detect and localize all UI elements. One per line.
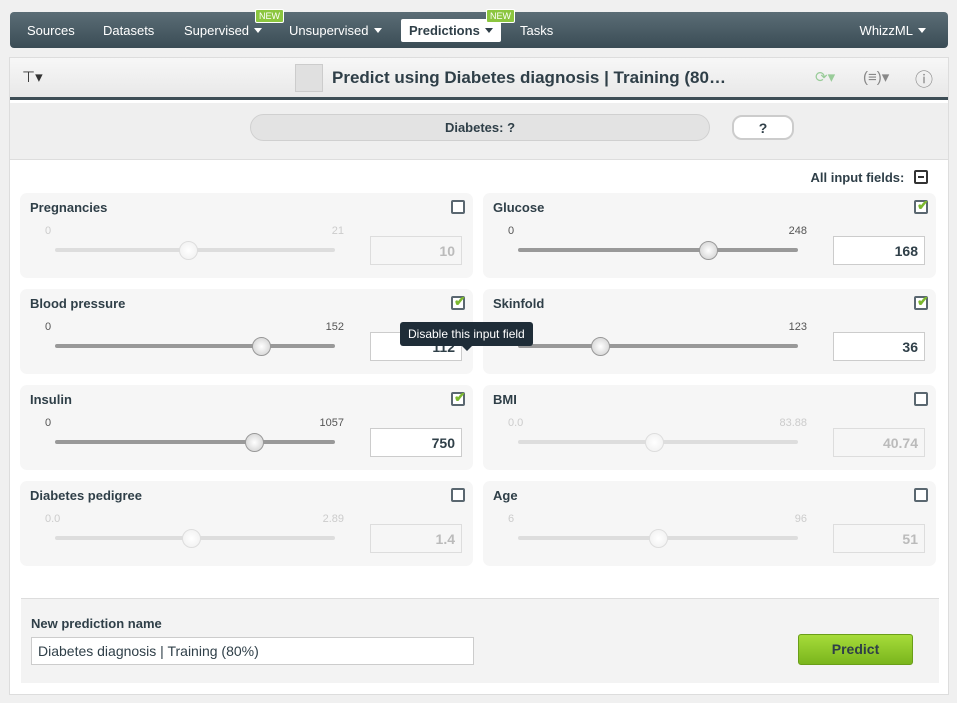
prediction-form-icon	[295, 64, 323, 92]
slider-max: 2.89	[322, 513, 344, 525]
field-label: BMI	[493, 392, 517, 407]
nav-datasets[interactable]: Datasets	[103, 12, 154, 48]
field-enable-checkbox[interactable]	[914, 488, 928, 502]
check-icon: ✔	[917, 197, 929, 213]
slider-max: 83.88	[779, 417, 807, 429]
slider-max: 123	[788, 321, 807, 333]
slider-thumb[interactable]	[179, 241, 199, 260]
input-field-card: Glucose ✔ 0 248 168	[483, 193, 936, 278]
nav-supervised-label: Supervised	[184, 23, 250, 38]
field-label: Diabetes pedigree	[30, 488, 142, 503]
nav-supervised[interactable]: Supervised	[184, 12, 263, 48]
slider-min: 0	[45, 225, 52, 237]
field-value-input[interactable]: 36	[833, 332, 925, 361]
check-icon: ✔	[454, 389, 466, 405]
caret-down-icon	[484, 28, 493, 33]
slider-track[interactable]	[518, 344, 798, 348]
top-nav: Sources Datasets Supervised NEW Unsuperv…	[10, 9, 948, 48]
field-enable-checkbox[interactable]: ✔	[914, 197, 929, 214]
field-label: Glucose	[493, 200, 545, 215]
input-field-card: Insulin ✔ 0 1057 750	[20, 385, 473, 470]
new-prediction-label: New prediction name	[31, 616, 162, 631]
main-panel: ⊤▾ Predict using Diabetes diagnosis | Tr…	[9, 57, 949, 695]
slider-track[interactable]	[518, 248, 798, 252]
tooltip: Disable this input field	[400, 322, 533, 351]
predict-button[interactable]: Predict	[798, 634, 913, 665]
nav-whizzml[interactable]: WhizzML	[860, 12, 926, 48]
batch-predict-icon[interactable]: ⟳▾	[815, 68, 835, 86]
field-enable-checkbox[interactable]	[451, 488, 465, 502]
field-value-input[interactable]: 750	[370, 428, 462, 457]
nav-predictions-label: Predictions	[409, 23, 480, 38]
field-enable-checkbox[interactable]: ✔	[914, 293, 929, 310]
slider-thumb[interactable]	[252, 337, 272, 356]
slider-thumb[interactable]	[181, 529, 201, 548]
slider-min: 6	[508, 513, 515, 525]
field-value-input[interactable]: 51	[833, 524, 925, 553]
new-badge: NEW	[486, 9, 515, 23]
field-enable-checkbox[interactable]	[914, 392, 928, 406]
input-field-card: Pregnancies 0 21 10	[20, 193, 473, 278]
info-icon[interactable]: ⓘ	[915, 66, 933, 92]
slider-min: 0	[45, 321, 52, 333]
check-icon: ✔	[454, 293, 466, 309]
field-enable-checkbox[interactable]	[451, 200, 465, 214]
slider-max: 152	[325, 321, 344, 333]
field-value-input[interactable]: 1.4	[370, 524, 462, 553]
toggle-all-checkbox[interactable]	[914, 170, 928, 184]
all-input-fields-label: All input fields:	[810, 170, 905, 185]
model-tree-icon[interactable]: ⊤▾	[22, 68, 43, 86]
input-field-card: Diabetes pedigree 0.0 2.89 1.4	[20, 481, 473, 566]
prediction-value: ?	[732, 115, 794, 140]
field-label: Blood pressure	[30, 296, 126, 311]
slider-track[interactable]	[55, 344, 335, 348]
nav-whizzml-label: WhizzML	[859, 23, 913, 38]
field-value-input[interactable]: 40.74	[833, 428, 925, 457]
slider-track[interactable]	[55, 440, 335, 444]
prediction-name-input[interactable]	[31, 637, 474, 665]
all-input-fields[interactable]: All input fields:	[810, 170, 928, 185]
nav-unsupervised[interactable]: Unsupervised	[289, 12, 382, 48]
new-prediction-panel: New prediction name Predict	[21, 598, 939, 683]
slider-thumb[interactable]	[590, 337, 610, 356]
slider-max: 248	[788, 225, 807, 237]
field-label: Age	[493, 488, 518, 503]
check-icon: ✔	[917, 293, 929, 309]
formula-icon[interactable]: (≡)▾	[863, 68, 889, 86]
slider-thumb[interactable]	[644, 433, 664, 452]
field-enable-checkbox[interactable]: ✔	[451, 389, 466, 406]
slider-min: 0	[45, 417, 52, 429]
field-label: Insulin	[30, 392, 72, 407]
slider-min: 0.0	[508, 417, 524, 429]
slider-max: 21	[331, 225, 344, 237]
page-title: Predict using Diabetes diagnosis | Train…	[332, 68, 726, 87]
slider-thumb[interactable]	[698, 241, 718, 260]
slider-thumb[interactable]	[649, 529, 668, 548]
nav-tasks[interactable]: Tasks	[520, 12, 553, 48]
toolbar: ⊤▾ Predict using Diabetes diagnosis | Tr…	[10, 58, 948, 100]
input-field-card: Age 6 96 51	[483, 481, 936, 566]
slider-max: 96	[794, 513, 807, 525]
caret-down-icon	[373, 28, 382, 33]
slider-max: 1057	[319, 417, 344, 429]
new-badge: NEW	[255, 9, 284, 23]
nav-unsupervised-label: Unsupervised	[289, 23, 369, 38]
prediction-result: Diabetes: ?	[250, 114, 710, 141]
field-label: Pregnancies	[30, 200, 108, 215]
input-field-card: Skinfold ✔ 0 123 36	[483, 289, 936, 374]
prediction-bar: Diabetes: ? ?	[10, 103, 948, 160]
slider-min: 0.0	[45, 513, 61, 525]
field-enable-checkbox[interactable]: ✔	[451, 293, 466, 310]
nav-sources[interactable]: Sources	[27, 12, 75, 48]
caret-down-icon	[918, 28, 926, 33]
input-field-card: BMI 0.0 83.88 40.74	[483, 385, 936, 470]
field-label: Skinfold	[493, 296, 545, 311]
caret-down-icon	[254, 28, 263, 33]
field-value-input[interactable]: 168	[833, 236, 925, 265]
field-value-input[interactable]: 10	[370, 236, 462, 265]
slider-thumb[interactable]	[244, 433, 264, 452]
slider-min: 0	[508, 225, 515, 237]
